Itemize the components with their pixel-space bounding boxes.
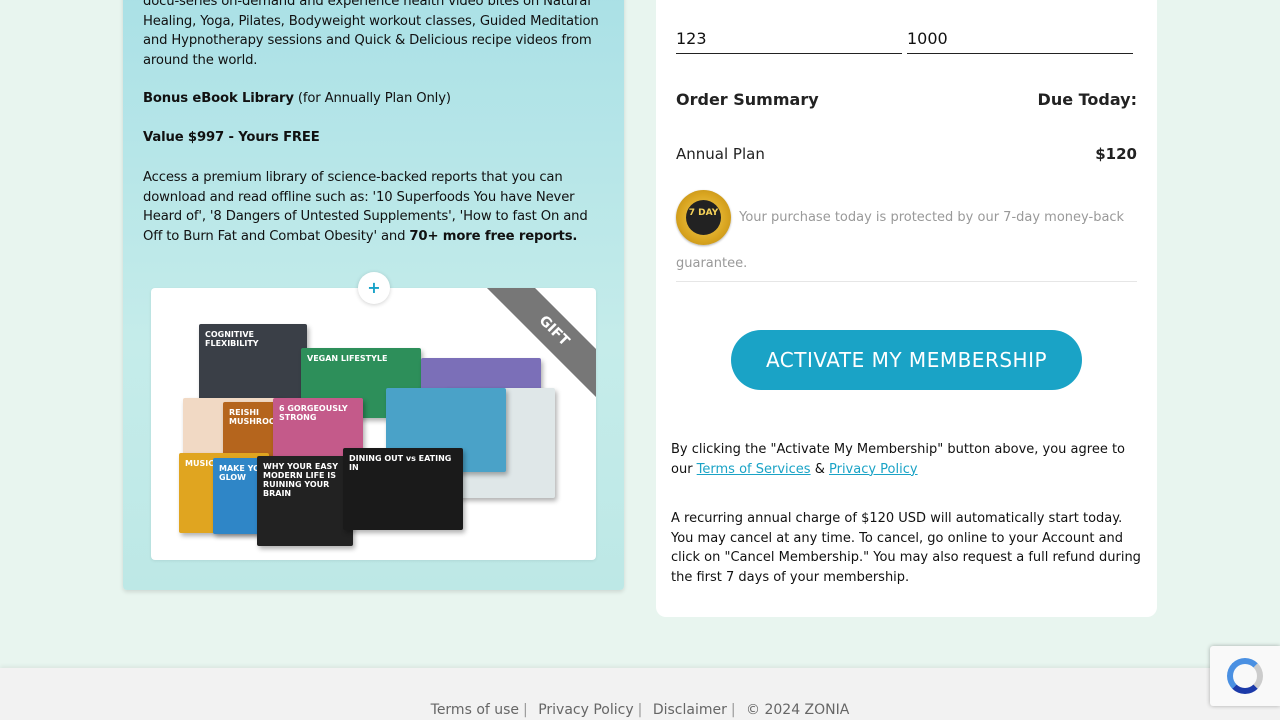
value-line: Value $997 - Yours FREE bbox=[143, 128, 601, 148]
footer-privacy-link[interactable]: Privacy Policy bbox=[538, 702, 633, 718]
card-cvc-field[interactable]: 123 bbox=[676, 26, 902, 54]
footer: Terms of use | Privacy Policy | Disclaimer… bbox=[0, 668, 1280, 720]
privacy-policy-link[interactable]: Privacy Policy bbox=[829, 462, 918, 477]
ebook-cover: WHY YOUR EASY MODERN LIFE IS RUINING YOU… bbox=[257, 456, 353, 546]
plan-price: $120 bbox=[1095, 145, 1137, 163]
footer-links: Terms of use | Privacy Policy | Disclaimer… bbox=[430, 702, 850, 718]
ebook-gift-image: COGNITIVE FLEXIBILITY VEGAN LIFESTYLE RE… bbox=[151, 288, 596, 560]
expand-plus-button[interactable]: + bbox=[358, 272, 390, 304]
divider bbox=[676, 281, 1137, 282]
guarantee-notice: 7 DAY Your purchase today is protected b… bbox=[676, 190, 1137, 282]
value-text: Value $997 - Yours FREE bbox=[143, 130, 320, 145]
agreement-text: By clicking the "Activate My Membership"… bbox=[671, 440, 1146, 479]
copyright: © 2024 ZONIA bbox=[746, 702, 850, 718]
ebook-cover: DINING OUT vs EATING IN bbox=[343, 448, 463, 530]
intro-description: docu-series on-demand and experience hea… bbox=[143, 0, 599, 68]
due-today-label: Due Today: bbox=[1037, 90, 1137, 109]
plan-name: Annual Plan bbox=[676, 145, 765, 163]
footer-disclaimer-link[interactable]: Disclaimer bbox=[653, 702, 727, 718]
bonus-title: Bonus eBook Library bbox=[143, 91, 294, 106]
ebook-cover: COGNITIVE FLEXIBILITY bbox=[199, 324, 307, 402]
footer-terms-link[interactable]: Terms of use bbox=[431, 702, 519, 718]
zip-code-field[interactable]: 1000 bbox=[907, 26, 1133, 54]
activate-membership-button[interactable]: ACTIVATE MY MEMBERSHIP bbox=[731, 330, 1082, 390]
access-bold: 70+ more free reports. bbox=[409, 228, 578, 244]
recurring-charge-text: A recurring annual charge of $120 USD wi… bbox=[671, 511, 1141, 585]
plan-line: Annual Plan $120 bbox=[676, 145, 1137, 163]
bonus-note: (for Annually Plan Only) bbox=[293, 91, 451, 106]
terms-of-services-link[interactable]: Terms of Services bbox=[697, 462, 811, 477]
recaptcha-icon bbox=[1227, 658, 1263, 694]
ampersand: & bbox=[810, 461, 829, 477]
guarantee-text: Your purchase today is protected by our … bbox=[676, 210, 1125, 271]
access-description: Access a premium library of science-back… bbox=[143, 168, 601, 246]
order-summary-title: Order Summary bbox=[676, 90, 819, 109]
bonus-heading: Bonus eBook Library (for Annually Plan O… bbox=[143, 89, 601, 109]
ebook-collection: COGNITIVE FLEXIBILITY VEGAN LIFESTYLE RE… bbox=[171, 318, 571, 546]
money-back-badge-icon: 7 DAY bbox=[676, 190, 731, 245]
recaptcha-badge[interactable] bbox=[1210, 646, 1280, 706]
order-summary-header: Order Summary Due Today: bbox=[676, 90, 1137, 109]
